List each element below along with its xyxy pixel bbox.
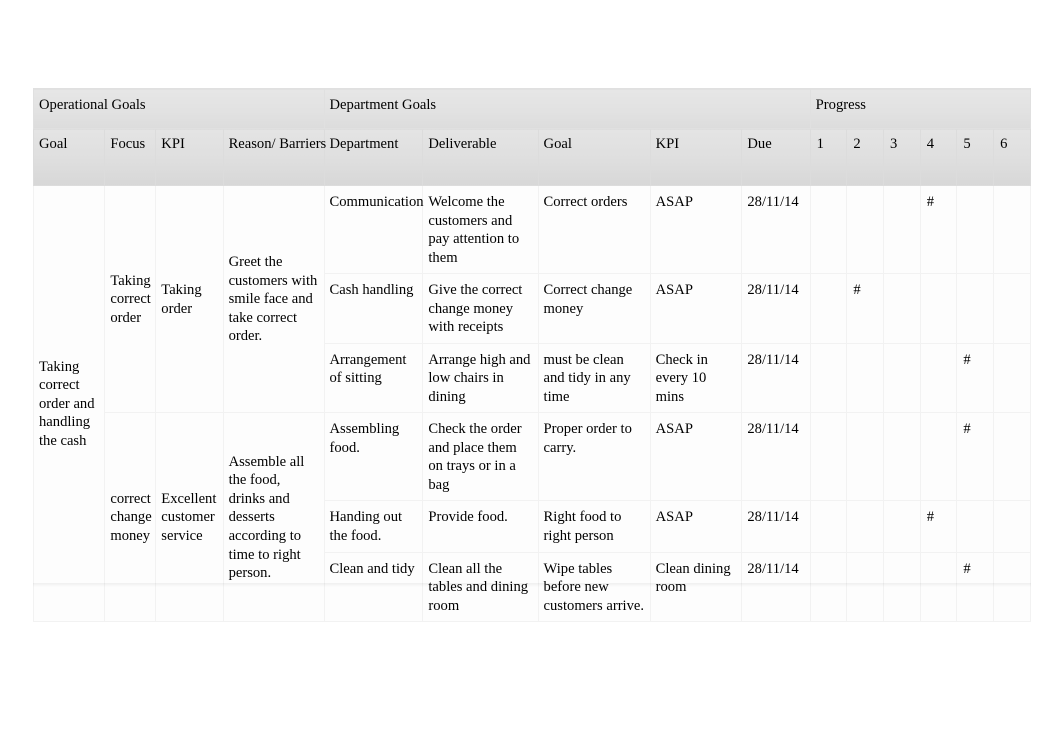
column-header-progress-3: 3 [883,128,921,186]
cell-progress-6 [993,500,1031,553]
document-page: Operational Goals Department Goals Progr… [0,0,1062,751]
column-header-dept-goal: Goal [537,128,651,186]
cell-due: 28/11/14 [741,500,811,553]
banner-department-goals: Department Goals [323,88,811,129]
cell-deliverable: Arrange high and low chairs in dining [422,342,539,414]
table-column-header-row: Goal Focus KPI Reason/ Barriers Departme… [32,128,1031,186]
operational-reason-cell-1: Greet the customers with smile face and … [222,184,325,414]
operational-goals-table: Operational Goals Department Goals Progr… [32,88,1032,623]
column-header-deliverable: Deliverable [422,128,539,186]
cell-progress-5: # [956,412,995,502]
cell-progress-3 [883,412,921,502]
banner-progress: Progress [809,88,1032,129]
operational-reason-cell-2: Assemble all the food, drinks and desser… [222,412,325,623]
cell-dept-goal: must be clean and tidy in any time [537,342,651,414]
cell-progress-6 [993,342,1031,414]
cell-dept-goal: Correct change money [537,273,651,344]
cell-due: 28/11/14 [741,412,811,502]
cell-deliverable: Welcome the customers and pay attention … [422,184,539,275]
cell-deliverable: Provide food. [422,500,539,553]
cell-progress-2 [846,412,885,502]
cell-progress-1 [809,273,848,344]
column-header-due: Due [741,128,811,186]
column-header-dept-kpi: KPI [649,128,743,186]
cell-progress-5 [956,500,995,553]
table-banner-row: Operational Goals Department Goals Progr… [33,88,1032,129]
cell-progress-6 [993,273,1031,344]
operational-kpi-cell-1: Taking order [155,184,224,414]
cell-progress-1 [809,342,848,414]
table-bottom-shadow [33,583,1031,587]
column-header-progress-2: 2 [846,128,885,186]
cell-dept-goal: Proper order to carry. [537,412,651,502]
cell-progress-5: # [956,342,995,414]
cell-department: Arrangement of sitting [323,342,424,414]
column-header-goal: Goal [32,128,106,186]
cell-progress-2 [846,500,885,553]
column-header-kpi: KPI [155,128,224,186]
cell-department: Handing out the food. [323,500,424,553]
cell-department: Communication [323,184,424,275]
table-row: Taking correct order and handling the ca… [32,184,1031,623]
cell-dept-goal: Right food to right person [537,500,651,553]
cell-progress-4 [919,412,958,502]
operational-focus-cell-2: correct change money [104,412,157,623]
column-header-progress-1: 1 [809,128,848,186]
cell-progress-3 [883,342,921,414]
operational-kpi-cell-2: Excellent customer service [155,412,224,623]
cell-progress-3 [883,184,921,275]
cell-progress-6 [993,184,1031,275]
column-header-progress-5: 5 [956,128,995,186]
cell-progress-1 [809,184,848,275]
cell-dept-goal: Correct orders [537,184,651,275]
cell-due: 28/11/14 [741,342,811,414]
table-row: correct change money Excellent customer … [34,412,1031,623]
cell-deliverable: Give the correct change money with recei… [422,273,539,344]
cell-progress-2: # [846,273,885,344]
cell-progress-6 [993,412,1031,502]
cell-progress-4: # [919,184,958,275]
column-header-focus: Focus [104,128,157,186]
column-header-reason-barriers: Reason/ Barriers [222,128,326,186]
cell-due: 28/11/14 [741,184,811,275]
cell-dept-kpi: Check in every 10 mins [649,342,743,414]
cell-progress-4 [919,273,958,344]
cell-progress-5 [956,273,995,344]
cell-progress-2 [846,184,885,275]
column-header-progress-6: 6 [993,128,1031,186]
operational-goal-cell: Taking correct order and handling the ca… [32,184,106,623]
cell-department: Cash handling [323,273,424,344]
cell-progress-5 [956,184,995,275]
cell-due: 28/11/14 [741,273,811,344]
cell-dept-kpi: ASAP [649,184,743,275]
cell-dept-kpi: ASAP [649,273,743,344]
cell-dept-kpi: ASAP [649,500,743,553]
cell-progress-4 [919,342,958,414]
cell-dept-kpi: ASAP [649,412,743,502]
cell-deliverable: Check the order and place them on trays … [422,412,539,502]
cell-progress-4: # [919,500,958,553]
operational-focus-cell-1: Taking correct order [104,184,157,414]
cell-progress-3 [883,500,921,553]
cell-progress-2 [846,342,885,414]
column-header-progress-4: 4 [919,128,958,186]
cell-progress-3 [883,273,921,344]
column-header-department: Department [323,128,424,186]
cell-progress-1 [809,412,848,502]
cell-progress-1 [809,500,848,553]
cell-department: Assembling food. [323,412,424,502]
banner-operational-goals: Operational Goals [33,88,325,129]
